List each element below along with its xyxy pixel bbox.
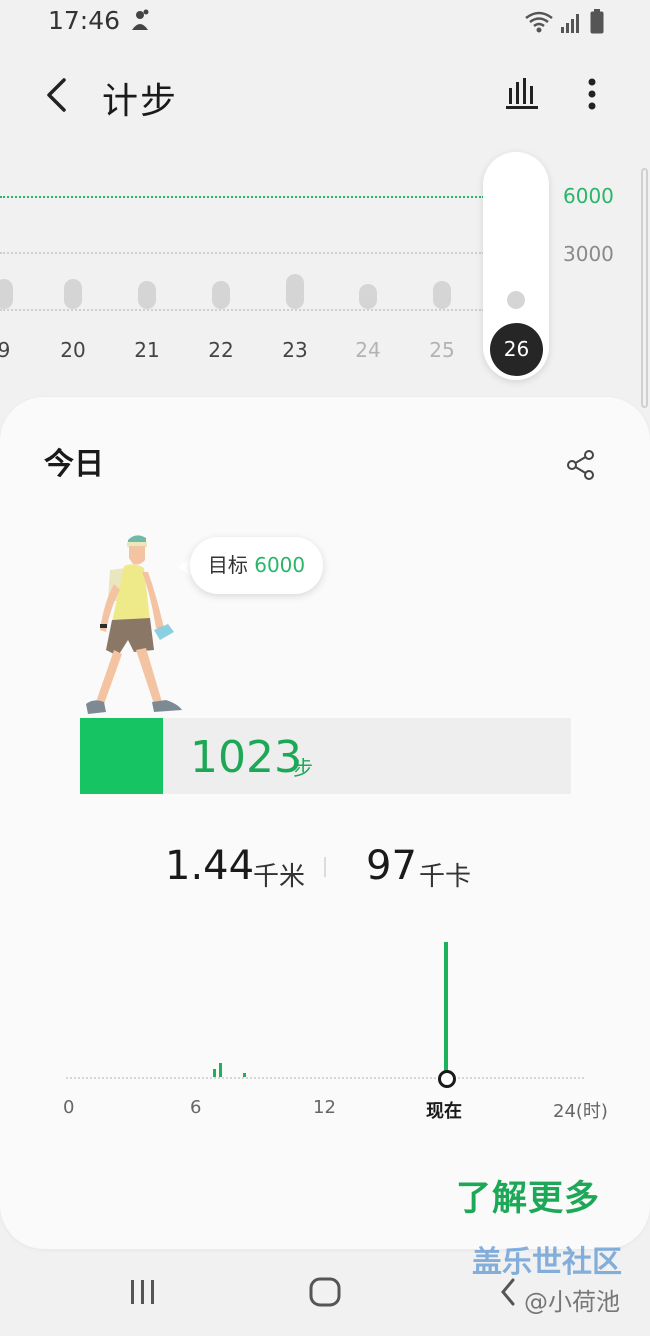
selected-day-bar xyxy=(507,291,525,309)
home-icon xyxy=(309,1277,341,1307)
back-button[interactable] xyxy=(34,70,84,120)
goal-value: 6000 xyxy=(254,553,306,577)
calories-unit: 千卡 xyxy=(419,862,472,892)
day-label[interactable]: 21 xyxy=(125,338,169,362)
nav-back-button[interactable] xyxy=(498,1276,518,1308)
recent-apps-icon xyxy=(131,1280,154,1304)
goal-prefix: 目标 xyxy=(207,553,248,577)
hour-label-6: 6 xyxy=(190,1097,202,1118)
hour-bar xyxy=(243,1073,246,1077)
distance-value: 1.44 xyxy=(165,843,255,889)
hour-label-now: 现在 xyxy=(426,1101,462,1122)
now-marker-line xyxy=(444,942,448,1076)
share-icon xyxy=(567,450,594,480)
distance-unit: 千米 xyxy=(253,862,306,892)
calories-value: 97 xyxy=(366,843,417,889)
wifi-icon xyxy=(525,11,553,33)
page-title: 计步 xyxy=(102,81,179,122)
back-icon xyxy=(501,1278,515,1306)
notification-icon xyxy=(132,9,149,30)
day-label[interactable]: 25 xyxy=(420,338,464,362)
day-label[interactable]: 24 xyxy=(346,338,390,362)
battery-icon xyxy=(590,9,604,34)
mid-axis-label: 3000 xyxy=(563,242,614,266)
more-vertical-icon xyxy=(588,78,596,110)
stats-divider xyxy=(324,857,326,877)
day-label[interactable]: 23 xyxy=(273,338,317,362)
day-bar[interactable] xyxy=(212,281,230,309)
steps-unit: 步 xyxy=(293,756,313,780)
signal-icon xyxy=(561,14,579,33)
today-title: 今日 xyxy=(44,447,104,482)
steps-count: 1023 xyxy=(190,732,302,783)
goal-axis-label: 6000 xyxy=(563,184,614,208)
now-marker-dot xyxy=(438,1070,456,1088)
bar-chart-icon xyxy=(506,78,538,109)
steps-progress-fill xyxy=(80,718,163,794)
day-bar[interactable] xyxy=(64,279,82,309)
day-label[interactable]: 9 xyxy=(0,338,26,362)
nav-home-button[interactable] xyxy=(308,1276,342,1308)
day-bar[interactable] xyxy=(286,274,304,309)
learn-more-button[interactable]: 了解更多 xyxy=(456,1170,600,1221)
watermark-user: @小荷池 xyxy=(524,1288,620,1316)
day-bar[interactable] xyxy=(433,281,451,309)
chart-view-button[interactable] xyxy=(500,72,544,116)
base-gridline xyxy=(0,309,484,311)
day-bar[interactable] xyxy=(138,281,156,309)
scroll-indicator xyxy=(641,168,648,408)
hour-label-24: 24(时) xyxy=(553,1101,608,1122)
goal-bubble: 目标 6000 xyxy=(190,537,323,594)
nav-recent-apps-button[interactable] xyxy=(128,1278,158,1306)
hour-label-12: 12 xyxy=(313,1097,336,1118)
status-bar: 17:46 xyxy=(0,0,650,48)
share-button[interactable] xyxy=(564,448,598,482)
day-label[interactable]: 20 xyxy=(51,338,95,362)
back-arrow-icon xyxy=(47,78,66,112)
day-bar[interactable] xyxy=(359,284,377,309)
hourly-axis xyxy=(66,1077,584,1079)
hour-label-0: 0 xyxy=(63,1097,75,1118)
day-label[interactable]: 22 xyxy=(199,338,243,362)
status-time: 17:46 xyxy=(48,6,121,35)
hour-bar xyxy=(219,1063,222,1077)
more-options-button[interactable] xyxy=(572,72,612,116)
goal-gridline xyxy=(0,196,484,198)
day-bar[interactable] xyxy=(0,279,13,309)
selected-day-label[interactable]: 26 xyxy=(490,323,543,376)
mid-gridline xyxy=(0,252,484,254)
watermark-forum: 盖乐世社区 xyxy=(472,1245,622,1280)
hour-bar xyxy=(213,1069,216,1077)
